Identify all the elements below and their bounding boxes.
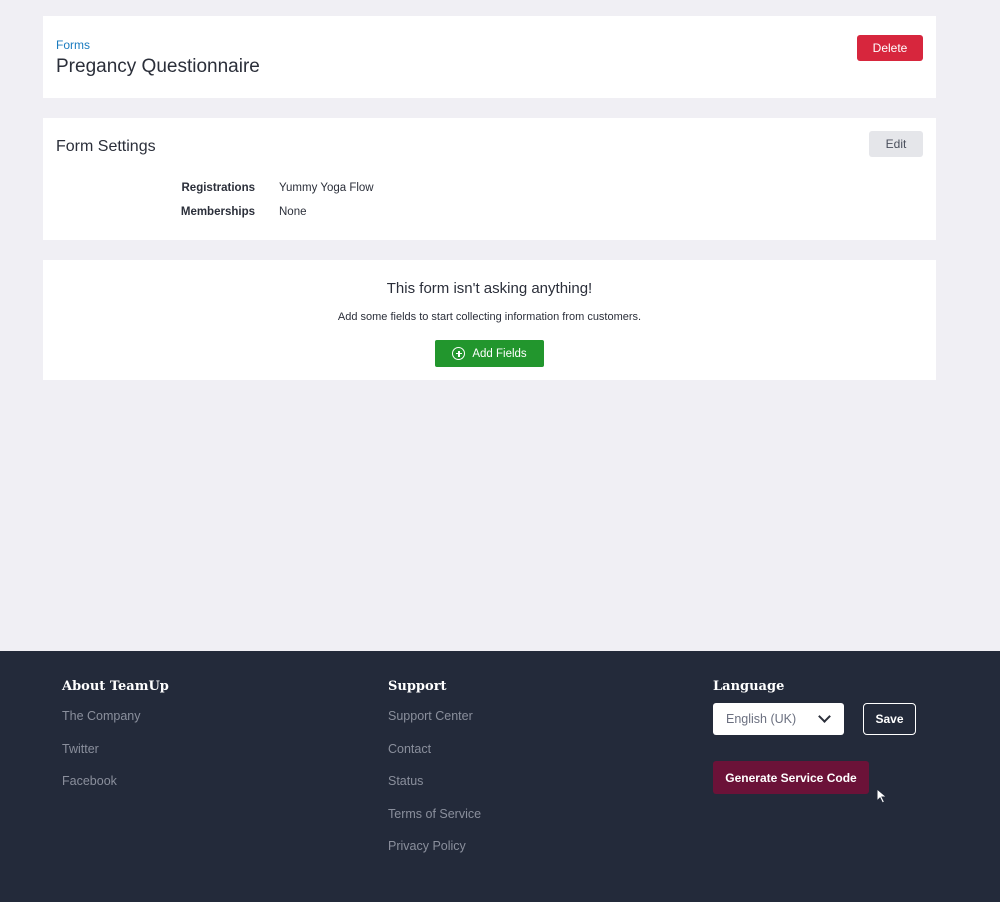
- footer-link-company[interactable]: The Company: [62, 709, 169, 725]
- footer-link-contact[interactable]: Contact: [388, 742, 481, 758]
- page-title: Pregancy Questionnaire: [56, 56, 260, 77]
- empty-state-subtitle: Add some fields to start collecting info…: [337, 311, 642, 323]
- footer-about-column: About TeamUp The Company Twitter Faceboo…: [62, 679, 169, 807]
- setting-row-memberships: Memberships None: [43, 206, 443, 222]
- plus-circle-icon: [452, 347, 466, 360]
- footer-link-twitter[interactable]: Twitter: [62, 742, 169, 758]
- generate-service-code-button[interactable]: Generate Service Code: [713, 761, 869, 794]
- footer-link-status[interactable]: Status: [388, 774, 481, 790]
- setting-value: None: [279, 206, 307, 218]
- language-select[interactable]: English (UK): [713, 703, 844, 735]
- breadcrumb-forms-link[interactable]: Forms: [56, 38, 90, 52]
- site-footer: About TeamUp The Company Twitter Faceboo…: [0, 651, 1000, 902]
- footer-heading-support: Support: [388, 679, 447, 694]
- save-language-button[interactable]: Save: [863, 703, 916, 735]
- footer-language-column: Language English (UK) Save Generate Serv…: [713, 679, 916, 794]
- footer-link-privacy[interactable]: Privacy Policy: [388, 839, 481, 855]
- form-settings-card: Form Settings Edit Registrations Yummy Y…: [43, 118, 936, 240]
- footer-link-support-center[interactable]: Support Center: [388, 709, 481, 725]
- add-fields-button[interactable]: Add Fields: [435, 340, 544, 367]
- setting-row-registrations: Registrations Yummy Yoga Flow: [43, 182, 443, 198]
- footer-heading-about: About TeamUp: [62, 679, 169, 694]
- form-fields-card: This form isn't asking anything! Add som…: [43, 260, 936, 380]
- chevron-down-icon: [818, 710, 831, 723]
- footer-heading-language: Language: [713, 679, 785, 694]
- add-fields-label: Add Fields: [472, 347, 527, 360]
- footer-link-terms[interactable]: Terms of Service: [388, 807, 481, 823]
- footer-support-column: Support Support Center Contact Status Te…: [388, 679, 481, 872]
- language-select-value: English (UK): [726, 712, 797, 726]
- delete-button[interactable]: Delete: [857, 35, 923, 61]
- setting-label: Memberships: [180, 206, 255, 218]
- form-header-card: Forms Pregancy Questionnaire Delete: [43, 16, 936, 98]
- edit-button[interactable]: Edit: [869, 131, 923, 157]
- mouse-pointer-icon: [876, 788, 888, 804]
- setting-value: Yummy Yoga Flow: [279, 182, 374, 194]
- setting-label: Registrations: [181, 182, 256, 194]
- footer-link-facebook[interactable]: Facebook: [62, 774, 169, 790]
- empty-state-title: This form isn't asking anything!: [386, 280, 593, 297]
- form-settings-title: Form Settings: [56, 138, 156, 155]
